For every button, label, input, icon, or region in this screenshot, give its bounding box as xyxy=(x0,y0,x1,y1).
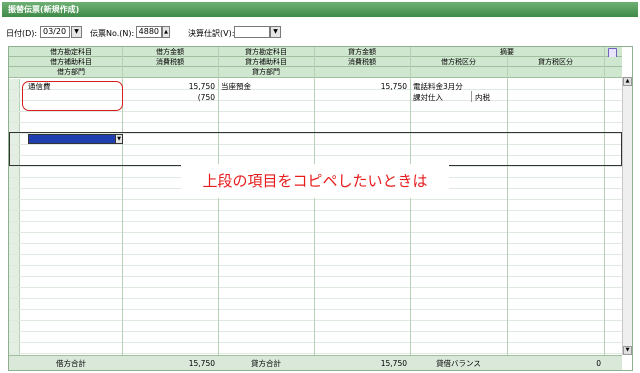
table-row[interactable] xyxy=(9,266,622,277)
table-row[interactable] xyxy=(9,277,622,288)
grid-divider xyxy=(410,47,411,370)
table-row[interactable] xyxy=(9,299,622,310)
balance-label: 貸借バランス xyxy=(436,359,481,368)
totals-footer: 借方合計 15,750 貸方合計 15,750 貸借バランス 0 xyxy=(9,355,622,370)
col-debit-sub: 借方補助科目 xyxy=(50,58,92,66)
credit-total-label: 貸方合計 xyxy=(251,359,281,368)
debit-total-label: 借方合計 xyxy=(56,359,86,368)
highlight-oval xyxy=(22,81,123,111)
table-row[interactable] xyxy=(9,310,622,321)
debit-total-value: 15,750 xyxy=(188,359,215,368)
col-credit-sub: 貸方補助科目 xyxy=(245,58,287,66)
table-row[interactable] xyxy=(9,255,622,266)
table-row[interactable] xyxy=(9,211,622,222)
debit-tax-type-cell[interactable]: 内税 xyxy=(475,92,490,103)
grid-divider xyxy=(507,57,508,355)
description-cell[interactable]: 電話料金3月分 xyxy=(413,81,463,92)
date-dropdown-button[interactable]: ▼ xyxy=(71,26,82,38)
table-row[interactable] xyxy=(9,112,622,123)
col-description: 摘要 xyxy=(500,48,514,56)
col-credit-amount: 貸方金額 xyxy=(348,48,376,56)
scroll-down-icon[interactable]: ▼ xyxy=(623,346,632,355)
grid-divider xyxy=(314,47,315,370)
settlement-select[interactable] xyxy=(234,26,270,38)
table-row[interactable] xyxy=(9,321,622,332)
col-debit-tax: 消費税額 xyxy=(156,58,184,66)
window-title: 振替伝票(新規作成) xyxy=(2,2,638,17)
toolbar: 日付(D): 03/20 ▼ 伝票No.(N): 4880 ▲ 決算仕訳(V):… xyxy=(0,25,640,41)
col-credit-tax-category: 貸方税区分 xyxy=(538,58,573,66)
grid-divider xyxy=(604,47,605,355)
vertical-scrollbar[interactable]: ▲ ▼ xyxy=(622,77,632,355)
header-row-2: 借方補助科目 消費税額 貸方補助科目 消費税額 借方税区分 貸方税区分 xyxy=(9,57,622,67)
account-combo[interactable]: ▼ xyxy=(28,134,123,144)
col-debit-tax-category: 借方税区分 xyxy=(441,58,476,66)
balance-value: 0 xyxy=(596,359,601,368)
chevron-down-icon[interactable]: ▼ xyxy=(115,134,123,144)
grid-body xyxy=(9,79,622,355)
annotation-banner: 上段の項目をコピペしたいときは xyxy=(181,164,449,198)
debit-tax-cell[interactable]: (750 xyxy=(122,92,215,103)
slip-no-field[interactable]: 4880 xyxy=(136,26,162,38)
table-row[interactable] xyxy=(9,233,622,244)
settlement-label: 決算仕訳(V): xyxy=(188,29,235,38)
credit-account-cell[interactable]: 当座預金 xyxy=(221,81,251,92)
table-row[interactable] xyxy=(9,343,622,354)
table-row[interactable] xyxy=(9,332,622,343)
col-credit-account: 貸方勘定科目 xyxy=(245,48,287,56)
col-debit-amount: 借方金額 xyxy=(156,48,184,56)
slip-no-label: 伝票No.(N): xyxy=(90,29,135,38)
col-debit-account: 借方勘定科目 xyxy=(50,48,92,56)
date-field[interactable]: 03/20 xyxy=(40,26,70,38)
grid-divider xyxy=(218,47,219,370)
table-row[interactable] xyxy=(9,200,622,211)
date-label: 日付(D): xyxy=(6,29,38,38)
slip-no-spinner[interactable]: ▲ xyxy=(162,26,170,38)
col-debit-dept: 借方部門 xyxy=(57,68,85,76)
debit-amount-cell[interactable]: 15,750 xyxy=(122,81,215,92)
table-row[interactable] xyxy=(9,222,622,233)
debit-tax-category-cell[interactable]: 課対仕入 xyxy=(413,92,443,103)
header-row-1: 借方勘定科目 借方金額 貸方勘定科目 貸方金額 摘要 xyxy=(9,47,622,58)
credit-total-value: 15,750 xyxy=(380,359,407,368)
header-row-3: 借方部門 貸方部門 xyxy=(9,67,622,78)
settlement-dropdown-button[interactable]: ▼ xyxy=(270,26,281,38)
table-row[interactable] xyxy=(9,244,622,255)
tax-subdivider xyxy=(471,91,472,102)
col-credit-dept: 貸方部門 xyxy=(252,68,280,76)
col-credit-tax: 消費税額 xyxy=(348,58,376,66)
scroll-up-icon[interactable]: ▲ xyxy=(623,77,632,86)
credit-amount-cell[interactable]: 15,750 xyxy=(314,81,407,92)
table-row[interactable] xyxy=(9,288,622,299)
